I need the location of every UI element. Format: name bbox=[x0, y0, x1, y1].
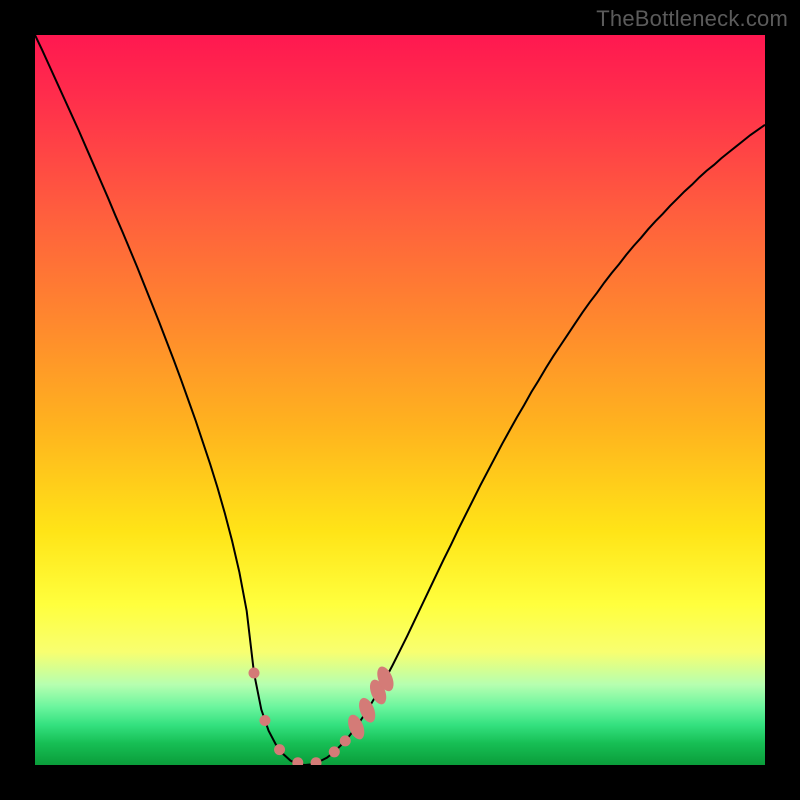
annotation-dot bbox=[329, 746, 340, 757]
annotation-dot bbox=[292, 757, 303, 765]
curve-svg bbox=[35, 35, 765, 765]
annotation-blob bbox=[356, 696, 379, 725]
annotation-layer bbox=[249, 664, 397, 765]
annotation-dot bbox=[274, 744, 285, 755]
annotation-dot bbox=[340, 735, 351, 746]
watermark-label: TheBottleneck.com bbox=[596, 6, 788, 32]
annotation-dot bbox=[249, 668, 260, 679]
annotation-dot bbox=[311, 757, 322, 765]
bottleneck-curve bbox=[35, 35, 765, 765]
plot-area bbox=[35, 35, 765, 765]
annotation-blob bbox=[345, 712, 368, 741]
annotation-dot bbox=[259, 715, 270, 726]
chart-frame: TheBottleneck.com bbox=[0, 0, 800, 800]
annotation-blob bbox=[374, 664, 397, 693]
annotation-blob bbox=[367, 677, 390, 706]
